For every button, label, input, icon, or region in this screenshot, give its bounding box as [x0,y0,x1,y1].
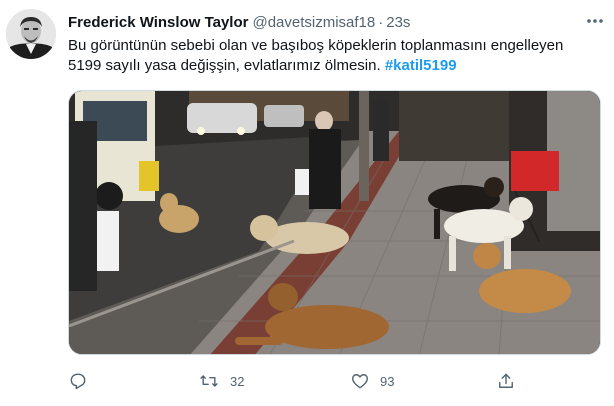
tweet-header: Frederick Winslow Taylor @davetsizmisaf18… [68,13,410,33]
like-button[interactable]: 93 [350,370,394,392]
tweet-text-line-1: Bu görüntünün sebebi olan ve başıboş köp… [68,37,564,54]
retweet-button[interactable]: 32 [198,370,244,392]
tweet-text: Bu görüntünün sebebi olan ve başıboş köp… [68,36,598,76]
avatar[interactable] [6,9,56,59]
hashtag-link[interactable]: #katil5199 [385,57,457,74]
tweet-text-line-2-body: 5199 sayılı yasa değişşin, evlatlarımız … [68,57,381,74]
share-button[interactable] [496,370,516,392]
reply-icon [70,373,86,390]
tweet-media-photo[interactable] [68,90,601,355]
like-count: 93 [380,373,395,389]
street-photo [69,91,600,354]
tweet-actions: 32 93 [68,370,528,392]
tweet-card[interactable]: Frederick Winslow Taylor @davetsizmisaf18… [0,0,614,406]
reply-button[interactable] [68,370,98,392]
separator-dot: · [378,14,384,31]
share-icon [499,373,513,388]
retweet-icon [200,375,218,387]
author-handle[interactable]: @davetsizmisaf18 [252,14,375,31]
tweet-text-line-2: 5199 sayılı yasa değişşin, evlatlarımız … [68,56,598,76]
more-options-icon[interactable] [584,14,606,28]
heart-icon [352,374,368,389]
tweet-time[interactable]: 23s [386,14,410,31]
author-name[interactable]: Frederick Winslow Taylor [68,14,248,31]
retweet-count: 32 [230,373,245,389]
